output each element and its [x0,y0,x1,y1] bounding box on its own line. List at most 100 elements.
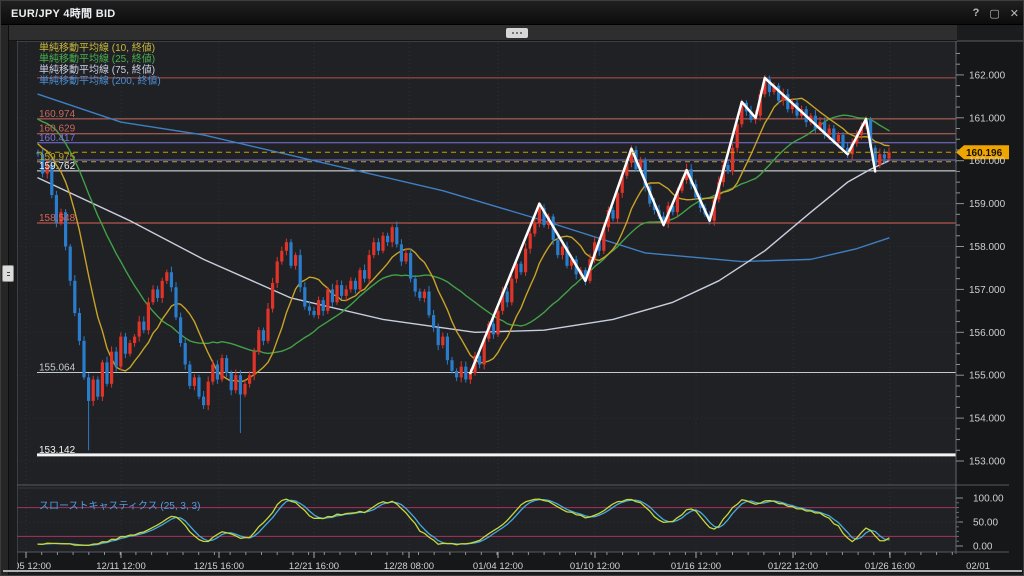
price-axis-label: 157.000 [969,285,1006,296]
candle [92,379,95,400]
price-axis-label: 158.000 [969,242,1006,253]
candle [409,253,412,279]
candle [243,384,246,395]
candle [280,251,283,262]
candle [455,371,458,377]
candle [234,375,237,390]
legend-sma200[interactable]: 単純移動平均線 (200, 終値) [39,76,161,87]
price-line-label: 160.974 [39,109,76,120]
candle [289,242,292,266]
candle [441,337,444,346]
candle [841,135,844,148]
candle [119,337,122,367]
candle [262,330,265,341]
price-axis-label: 153.000 [969,457,1006,468]
legend-sma10[interactable]: 単純移動平均線 (10, 終値) [39,43,161,54]
candle [326,289,329,310]
candle [377,242,380,251]
legend-sma75[interactable]: 単純移動平均線 (75, 終値) [39,65,161,76]
price-axis-label: 162.000 [969,70,1006,81]
legend-sma25[interactable]: 単純移動平均線 (25, 終値) [39,54,161,65]
stochastic-legend[interactable]: スローストキャスティクス (25, 3, 3) [39,497,200,512]
candle [156,289,159,298]
price-line-label: 155.064 [39,362,76,373]
candle [446,337,449,361]
title-bar[interactable]: EUR/JPY 4時間 BID ? ▢ ✕ [1,1,1024,25]
candle [253,352,256,376]
candle [174,287,177,317]
candle [400,244,403,261]
candle [322,300,325,311]
candle [432,315,435,328]
maximize-icon[interactable]: ▢ [989,7,999,20]
candle [193,377,196,386]
candle [147,302,150,330]
window-bottom-edge [3,570,1022,572]
price-axis-label: 160.000 [969,156,1006,167]
candle [524,249,527,273]
candle [179,317,182,343]
price-chart[interactable]: 160.196160.974160.629160.417159.975159.7… [17,25,1024,573]
candle [349,281,352,290]
candle [731,148,734,172]
candle [220,358,223,379]
candle [556,240,559,255]
candle [248,375,251,384]
price-line-label: 159.762 [39,161,76,172]
candle [414,279,417,292]
candle [78,313,81,341]
candle [165,272,168,281]
candle [391,227,394,242]
panel-toggle-button[interactable] [506,28,528,38]
candle [101,362,104,396]
candle [331,289,334,302]
window-controls: ? ▢ ✕ [973,1,1019,25]
candle [828,129,831,135]
sidebar-collapse-handle[interactable] [2,265,14,282]
candle [124,337,127,354]
candle [372,242,375,255]
candle [128,343,131,354]
price-line-label: 158.548 [39,213,76,224]
stoch-axis-label: 50.00 [973,518,998,529]
candle [225,358,228,373]
close-icon[interactable]: ✕ [1010,7,1019,20]
candle [837,135,840,141]
candle [308,307,311,311]
candle [197,377,200,396]
toolbar-strip [9,25,957,41]
candle [257,330,260,351]
candle [496,311,499,335]
candle [335,285,338,302]
candle [616,193,619,219]
candle [878,154,881,165]
candle [887,152,890,158]
window-title: EUR/JPY 4時間 BID [1,5,116,21]
candle [138,322,141,337]
candle [142,322,145,331]
candle [276,262,279,283]
candle [69,247,72,281]
candle [427,292,430,316]
candle [96,379,99,396]
candle [299,255,302,287]
candle [285,242,288,251]
candle [492,324,495,335]
price-axis-label: 154.000 [969,414,1006,425]
candle [381,236,384,251]
candle [105,362,108,383]
candle [726,165,729,171]
candle [271,283,274,309]
candle [519,264,522,273]
candle [345,289,348,295]
candle [184,343,187,364]
price-axis-label: 159.000 [969,199,1006,210]
candle [395,227,398,244]
candle [230,373,233,390]
left-gutter [1,25,9,576]
candle [423,292,426,298]
candle [437,328,440,345]
price-axis-label: 155.000 [969,371,1006,382]
help-icon[interactable]: ? [973,7,980,19]
candle [303,287,306,306]
